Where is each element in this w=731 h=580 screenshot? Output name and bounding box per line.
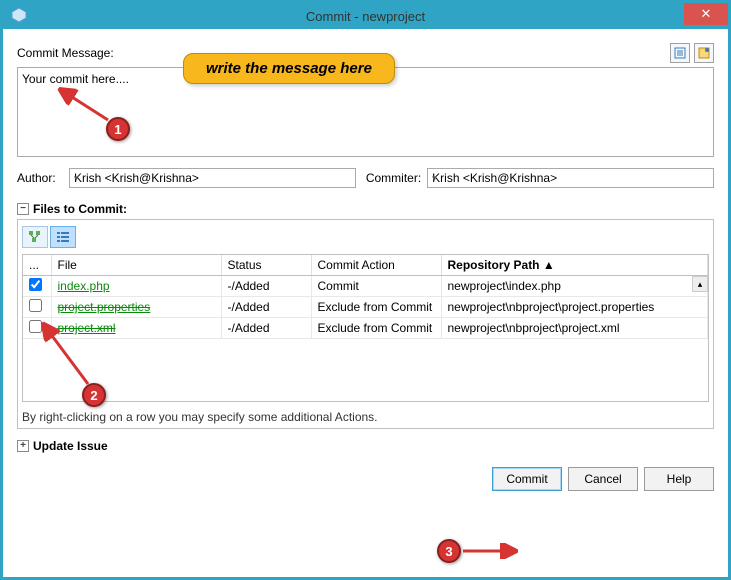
title-bar: Commit - newproject ✕ xyxy=(3,3,728,29)
file-name: index.php xyxy=(58,279,110,293)
file-status: -/Added xyxy=(221,318,311,339)
file-repo-path: newproject\nbproject\project.xml xyxy=(441,318,708,339)
author-combo[interactable]: Krish <Krish@Krishna> ▾ xyxy=(69,168,356,188)
list-view-button[interactable] xyxy=(50,226,76,248)
help-button[interactable]: Help xyxy=(644,467,714,491)
commit-message-label: Commit Message: xyxy=(17,46,114,60)
file-repo-path: newproject\nbproject\project.properties xyxy=(441,297,708,318)
cancel-button[interactable]: Cancel xyxy=(568,467,638,491)
file-checkbox[interactable] xyxy=(29,278,42,291)
file-action: Exclude from Commit xyxy=(311,297,441,318)
files-to-commit-label: Files to Commit: xyxy=(33,202,127,216)
hint-text: By right-clicking on a row you may speci… xyxy=(22,410,709,424)
tree-icon xyxy=(28,230,42,244)
annotation-arrow-2 xyxy=(38,319,98,389)
sort-asc-icon: ▲ xyxy=(543,258,555,272)
annotation-arrow-3 xyxy=(461,543,521,559)
table-header: ... File Status Commit Action Repository… xyxy=(23,255,708,276)
table-row[interactable]: project.properties -/AddedExclude from Co… xyxy=(23,297,708,318)
scroll-up-button[interactable]: ▴ xyxy=(692,276,708,292)
update-issue-label: Update Issue xyxy=(33,439,108,453)
note-icon xyxy=(698,47,710,59)
chevron-down-icon: ▾ xyxy=(432,173,437,184)
app-icon xyxy=(11,7,27,23)
author-label: Author: xyxy=(17,171,63,185)
commit-button[interactable]: Commit xyxy=(492,467,562,491)
recent-messages-button[interactable] xyxy=(670,43,690,63)
close-icon: ✕ xyxy=(701,6,712,22)
close-button[interactable]: ✕ xyxy=(684,3,728,25)
table-row[interactable]: project.xml-/AddedExclude from Commitnew… xyxy=(23,318,708,339)
file-status: -/Added xyxy=(221,276,311,297)
files-expander[interactable]: − xyxy=(17,203,29,215)
commiter-combo[interactable]: Krish <Krish@Krishna> ▾ xyxy=(427,168,714,188)
author-value: Krish <Krish@Krishna> xyxy=(74,171,199,185)
annotation-arrow-1 xyxy=(53,85,113,125)
commiter-value: Krish <Krish@Krishna> xyxy=(432,171,557,185)
col-action[interactable]: Commit Action xyxy=(311,255,441,276)
file-checkbox[interactable] xyxy=(29,299,42,312)
list-view-icon xyxy=(56,230,70,244)
file-action: Exclude from Commit xyxy=(311,318,441,339)
col-repo-label: Repository Path xyxy=(448,258,540,272)
template-button[interactable] xyxy=(694,43,714,63)
file-action: Commit xyxy=(311,276,441,297)
col-status[interactable]: Status xyxy=(221,255,311,276)
annotation-badge-3: 3 xyxy=(437,539,461,563)
commit-dialog: Commit - newproject ✕ Commit Message: Au… xyxy=(0,0,731,580)
update-issue-expander[interactable]: + xyxy=(17,440,29,452)
files-panel: ... File Status Commit Action Repository… xyxy=(17,219,714,429)
col-file[interactable]: File xyxy=(51,255,221,276)
file-repo-path: newproject\index.php xyxy=(441,276,708,297)
commiter-label: Commiter: xyxy=(366,171,421,185)
list-icon xyxy=(674,47,686,59)
col-repo[interactable]: Repository Path ▲ xyxy=(441,255,708,276)
window-title: Commit - newproject xyxy=(306,9,425,24)
col-checkbox[interactable]: ... xyxy=(23,255,51,276)
file-name: project.properties xyxy=(58,300,151,314)
files-table-wrap: ... File Status Commit Action Repository… xyxy=(22,254,709,402)
tree-view-button[interactable] xyxy=(22,226,48,248)
table-row[interactable]: index.php -/AddedCommitnewproject\index.p… xyxy=(23,276,708,297)
chevron-down-icon: ▾ xyxy=(74,173,79,184)
annotation-callout: write the message here xyxy=(183,53,395,84)
files-table: ... File Status Commit Action Repository… xyxy=(23,255,708,339)
file-status: -/Added xyxy=(221,297,311,318)
